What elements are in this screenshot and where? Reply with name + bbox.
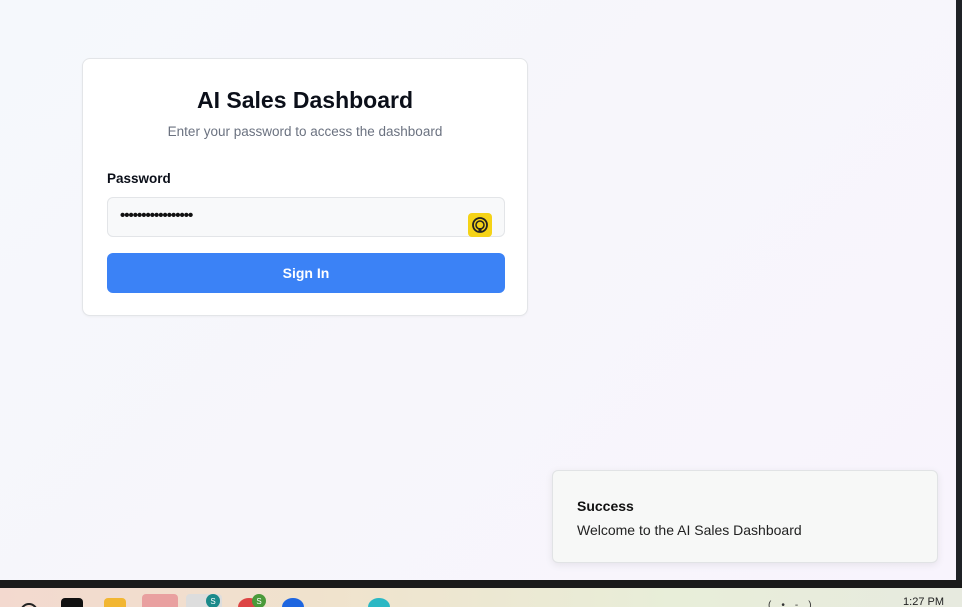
app-viewport: AI Sales Dashboard Enter your password t…: [0, 0, 956, 580]
battery-icon[interactable]: ): [808, 600, 821, 607]
success-toast: Success Welcome to the AI Sales Dashboar…: [552, 470, 938, 563]
edge-icon[interactable]: [282, 598, 304, 607]
page-title: AI Sales Dashboard: [196, 87, 414, 113]
password-manager-glyph: [472, 217, 488, 233]
login-card: AI Sales Dashboard Enter your password t…: [82, 58, 528, 316]
sign-in-button[interactable]: Sign In: [107, 253, 505, 293]
file-explorer-icon[interactable]: [104, 598, 126, 607]
password-label: Password: [107, 171, 171, 186]
password-manager-icon[interactable]: [468, 213, 492, 237]
store-icon[interactable]: [142, 594, 178, 607]
user-icon[interactable]: •: [781, 600, 795, 607]
clock[interactable]: 1:27 PM: [903, 596, 944, 607]
terminal-icon[interactable]: [61, 598, 83, 607]
wifi-icon[interactable]: (: [768, 600, 781, 607]
taskbar: S S (•-) 1:27 PM: [0, 588, 962, 607]
page-subtitle: Enter your password to access the dashbo…: [167, 124, 443, 139]
toast-description: Welcome to the AI Sales Dashboard: [577, 522, 802, 538]
password-input[interactable]: •••••••••••••••••: [107, 197, 505, 237]
system-tray[interactable]: (•-): [768, 600, 822, 607]
toast-title: Success: [577, 498, 634, 514]
profile-badge: S: [206, 594, 220, 607]
window-edge: [956, 0, 962, 580]
volume-icon[interactable]: -: [795, 600, 808, 607]
password-value: •••••••••••••••••: [120, 207, 193, 224]
profile-badge-2: S: [252, 594, 266, 607]
app-icon[interactable]: [368, 598, 390, 607]
copilot-icon[interactable]: [18, 598, 40, 607]
